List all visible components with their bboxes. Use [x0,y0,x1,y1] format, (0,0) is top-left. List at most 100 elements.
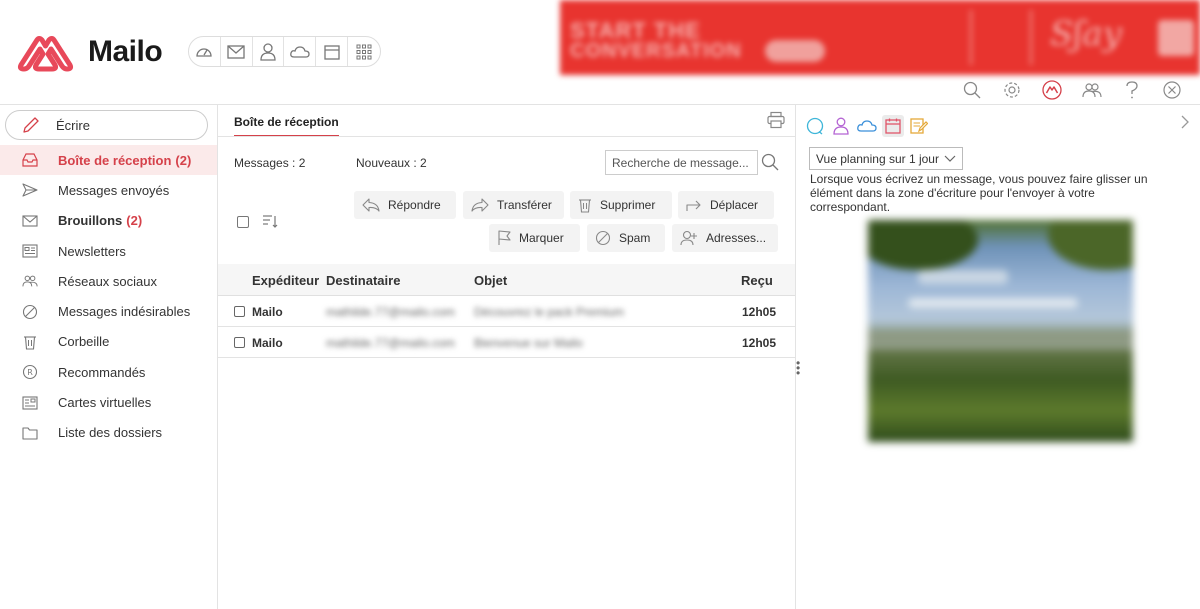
reply-icon [362,198,380,212]
unread-count: (2) [175,152,192,168]
app-switcher [188,36,381,67]
sidebar-item-trash[interactable]: Corbeille [0,327,217,357]
mark-button[interactable]: Marquer [489,224,580,252]
svg-text:R: R [27,368,33,377]
help-icon[interactable] [1112,78,1152,102]
sidebar-item-label: Recommandés [58,364,146,380]
message-search-input[interactable] [605,150,758,175]
send-icon [22,182,38,198]
sidebar-item-sent[interactable]: Messages envoyés [0,175,217,205]
registered-icon: R [22,364,38,380]
sidebar-item-label: Corbeille [58,334,110,350]
notes-icon[interactable] [908,115,930,137]
image-text-block [918,270,1008,284]
row-sender: Mailo [252,305,283,319]
flag-icon [498,230,511,245]
search-icon[interactable] [761,153,779,174]
ad-divider [970,10,972,65]
row-checkbox[interactable] [234,306,245,317]
forward-button[interactable]: Transférer [463,191,564,219]
sidebar-item-label: Réseaux sociaux [58,273,157,289]
spam-button[interactable]: Spam [587,224,665,252]
draft-icon [22,213,38,229]
column-sender[interactable]: Expéditeur [252,273,319,288]
compose-label: Écrire [56,117,90,133]
mail-icon[interactable] [221,37,253,66]
image-foliage [868,220,978,270]
image-skyline [868,330,1133,350]
sidebar-item-folders[interactable]: Liste des dossiers [0,418,217,448]
side-panel-tabs [804,115,930,137]
sidebar-item-cards[interactable]: Cartes virtuelles [0,387,217,417]
contact-icon[interactable] [830,115,852,137]
column-subject[interactable]: Objet [474,273,507,288]
cloud-icon[interactable] [284,37,317,66]
users-icon[interactable] [1072,78,1112,102]
ad-divider [1030,10,1032,65]
image-text-block [908,298,1078,308]
table-row[interactable]: Mailo mathilde.77@mailo.com Bienvenue su… [218,327,795,358]
ad-banner[interactable]: START THE CONVERSATION Sʃay [560,0,1200,75]
ad-signature: Sʃay [1050,14,1123,54]
addresses-label: Adresses... [706,231,767,245]
ad-badge [1158,20,1194,56]
reply-label: Répondre [388,198,441,212]
calendar-icon[interactable] [882,115,904,137]
search-icon[interactable] [952,78,992,102]
row-sender: Mailo [252,336,283,350]
tab-inbox[interactable]: Boîte de réception [234,115,339,137]
cloud-icon[interactable] [856,115,878,137]
select-all-checkbox[interactable] [237,216,249,228]
table-header: Expéditeur Destinataire Objet Reçu [218,264,795,296]
addresses-button[interactable]: Adresses... [672,224,778,252]
delete-button[interactable]: Supprimer [570,191,672,219]
planning-view-value: Vue planning sur 1 jour [816,151,939,166]
sidebar-item-drafts[interactable]: Brouillons (2) [0,206,217,236]
sidebar-item-newsletters[interactable]: Newsletters [0,236,217,266]
chevron-down-icon [944,155,956,162]
sidebar-item-label: Brouillons [58,213,123,229]
sidebar-item-registered[interactable]: R Recommandés [0,357,217,387]
move-icon [686,200,701,211]
delete-label: Supprimer [600,198,656,212]
column-received[interactable]: Reçu [741,273,773,288]
sort-icon[interactable] [262,213,278,232]
draft-count: (2) [126,213,143,229]
trash-icon [579,199,591,213]
sidebar-item-spam[interactable]: Messages indésirables [0,296,217,326]
pencil-icon [23,117,39,133]
row-recipient: mathilde.77@mailo.com [326,305,455,319]
compose-button[interactable]: Écrire [5,110,208,140]
add-contact-icon [680,230,697,246]
contacts-icon[interactable] [253,37,285,66]
ad-image[interactable] [868,220,1133,442]
mailo-logo[interactable]: Mailo [15,31,163,73]
row-recipient: mathilde.77@mailo.com [326,336,455,350]
sidebar: Écrire Boîte de réception (2) Messages e… [0,104,218,609]
calendar-icon[interactable] [316,37,349,66]
sidebar-item-label: Cartes virtuelles [58,395,152,411]
close-icon[interactable] [1152,78,1192,102]
grid-icon[interactable] [348,37,380,66]
column-recipient[interactable]: Destinataire [326,273,400,288]
move-button[interactable]: Déplacer [678,191,774,219]
sidebar-item-inbox[interactable]: Boîte de réception (2) [0,145,217,176]
row-checkbox[interactable] [234,337,245,348]
folder-icon [22,425,38,441]
mailo-icon[interactable] [1032,78,1072,102]
planning-view-select[interactable]: Vue planning sur 1 jour [809,147,963,170]
mailo-logo-icon [17,36,74,72]
gear-icon[interactable] [992,78,1032,102]
chevron-right-icon[interactable] [1180,115,1190,132]
row-subject: Bienvenue sur Mailo [474,336,583,350]
image-foliage [1048,220,1133,270]
print-icon[interactable] [767,111,785,132]
chat-icon[interactable] [804,115,826,137]
sidebar-item-social[interactable]: Réseaux sociaux [0,266,217,296]
dashboard-icon[interactable] [189,37,221,66]
sidebar-item-label: Messages indésirables [58,304,191,320]
trash-icon [22,334,38,350]
reply-button[interactable]: Répondre [354,191,456,219]
row-received: 12h05 [742,305,777,319]
table-row[interactable]: Mailo mathilde.77@mailo.com Découvrez le… [218,296,795,327]
